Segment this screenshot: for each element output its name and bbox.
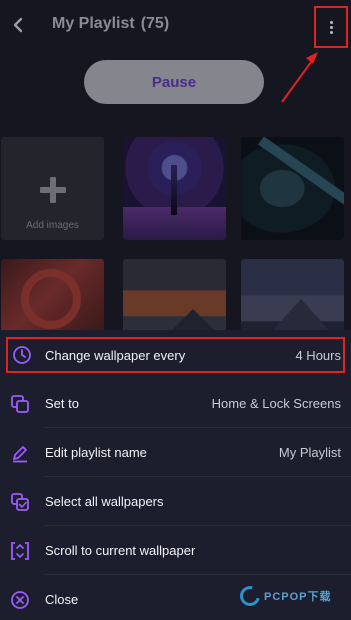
scroll-to-current-wallpaper-option[interactable]: Scroll to current wallpaper [0,526,351,575]
option-label: Close [45,592,79,607]
close-circle-icon [11,590,29,609]
option-value: Home & Lock Screens [211,396,341,411]
option-label: Select all wallpapers [45,494,164,509]
options-sheet: Change wallpaper every 4 Hours Set to Ho… [0,330,351,620]
set-to-option[interactable]: Set to Home & Lock Screens [0,379,351,428]
select-all-icon [11,492,29,511]
option-label: Scroll to current wallpaper [45,543,196,558]
option-label: Edit playlist name [45,445,147,460]
copy-screens-icon [11,394,29,413]
option-label: Set to [45,396,79,411]
watermark-text: PCPOP下载 [264,591,332,603]
site-watermark: PCPOP下载 [236,582,332,610]
playlist-screen: My Playlist (75) Pause Add images [0,0,351,330]
clock-icon [13,346,31,364]
edit-playlist-name-option[interactable]: Edit playlist name My Playlist [0,428,351,477]
annotation-arrow [281,52,318,103]
option-value: My Playlist [278,445,341,460]
pencil-icon [13,445,27,462]
option-label: Change wallpaper every [45,347,186,363]
change-wallpaper-interval-option[interactable]: Change wallpaper every 4 Hours [6,337,345,373]
scroll-focus-icon [11,541,29,560]
select-all-wallpapers-option[interactable]: Select all wallpapers [0,477,351,526]
option-value: 4 Hours [295,347,341,363]
watermark-logo-icon [236,582,264,610]
